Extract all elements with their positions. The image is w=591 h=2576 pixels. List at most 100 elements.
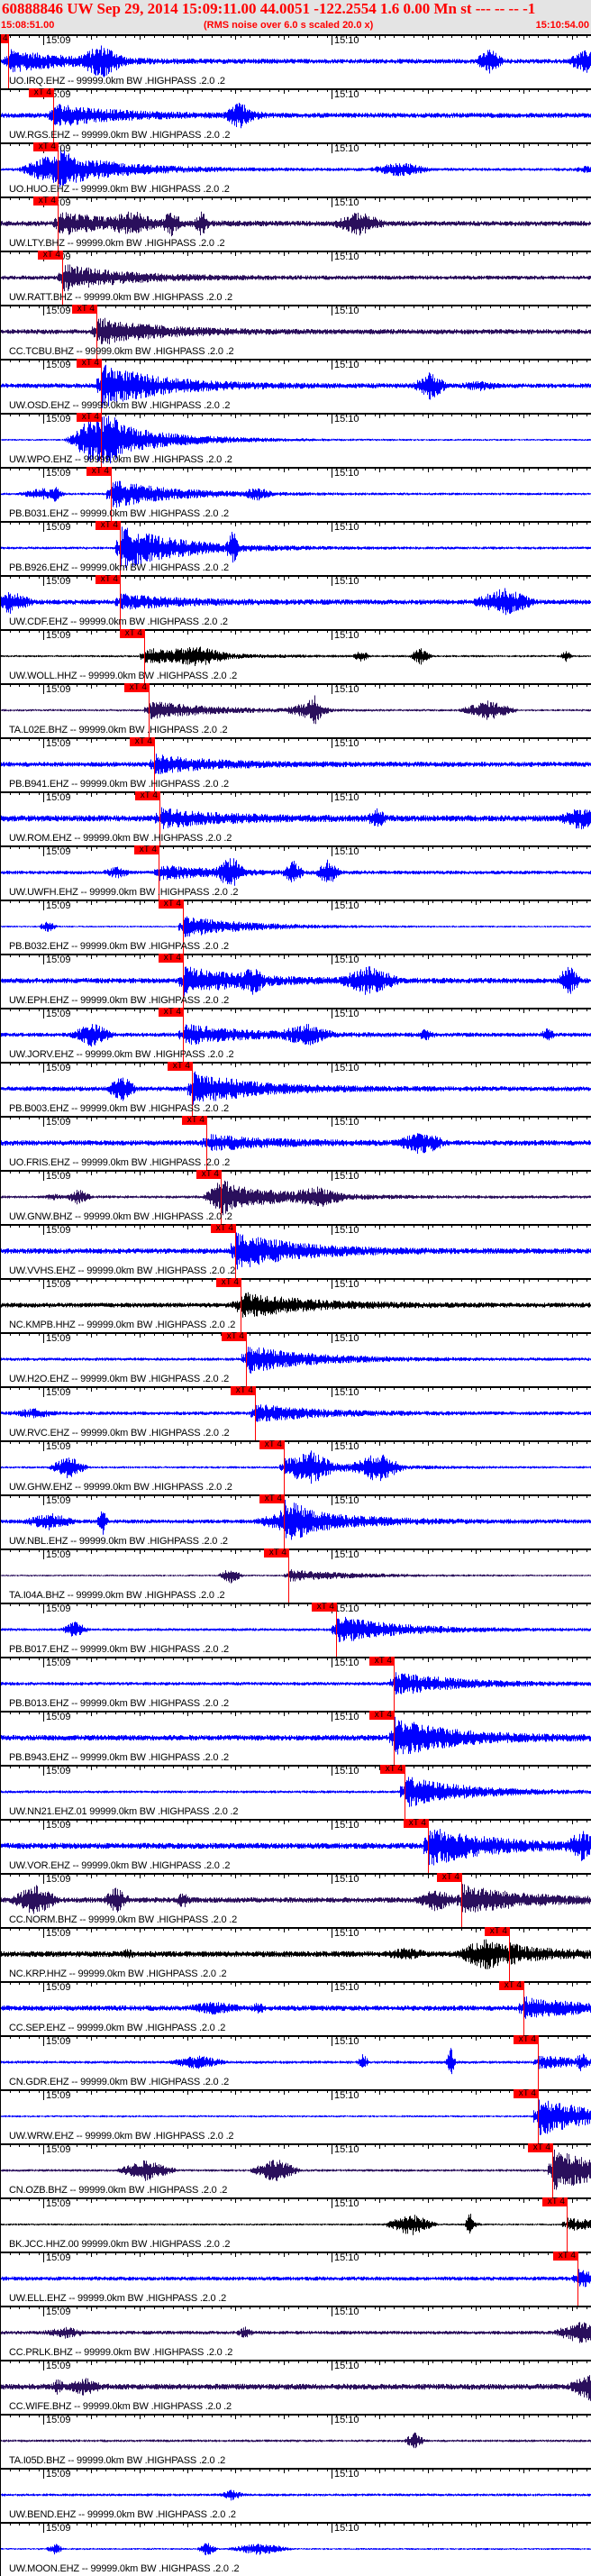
pick-marker[interactable]: xT 4 (77, 413, 102, 422)
axis-line (0, 954, 591, 955)
trace-row: 15:09 15:10 xT 4 PB.B003.EHZ -- 99999.0km B… (0, 1062, 591, 1116)
trace-panel: 15:09 15:10 4 UO.IRQ.EHZ -- 99999.0km BW .H… (0, 34, 591, 2576)
station-label: NC.KMPB.HHZ -- 99999.0km BW .HIGHPASS .2… (9, 1320, 236, 1330)
station-label: CC.NORM.BHZ -- 99999.0km BW .HIGHPASS .2… (9, 1914, 238, 1925)
time-tick-label: 15:10 (334, 1441, 359, 1452)
pick-marker[interactable]: xT 4 (159, 1008, 184, 1017)
axis-line (0, 2143, 591, 2145)
trace-row: 15:09 15:10 xT 4 UW.VOR.EHZ -- 99999.0km BW… (0, 1819, 591, 1873)
end-time: 15:10:54.00 (535, 20, 589, 31)
axis-line (0, 2414, 591, 2416)
pick-marker[interactable]: xT 4 (231, 1386, 256, 1395)
pick-marker[interactable]: xT 4 (514, 2035, 539, 2044)
pick-marker[interactable]: xT 4 (369, 1711, 395, 1720)
time-tick-label: 15:10 (334, 576, 359, 587)
time-tick-label: 15:10 (334, 684, 359, 695)
trace-row: 15:0915:10xT 4UO.HUO.EHZ -- 99999.0km BW… (0, 142, 591, 196)
waveform (0, 264, 591, 293)
pick-marker[interactable]: xT 4 (33, 142, 59, 151)
pick-marker[interactable]: xT 4 (216, 1278, 241, 1287)
axis-line (0, 791, 591, 793)
axis-line (0, 2035, 591, 2037)
trace-row: 15:09 15:10 xT 4 UW.RGS.EHZ -- 99999.0km BW… (0, 88, 591, 142)
time-tick-label: 15:10 (334, 1171, 359, 1182)
pick-marker[interactable]: xT 4 (485, 1927, 510, 1936)
pick-marker[interactable]: xT 4 (542, 2197, 568, 2206)
time-tick-label: 15:10 (334, 35, 359, 46)
time-tick-label: 15:10 (334, 846, 359, 857)
trace-row: 15:09 15:10 4 UO.IRQ.EHZ -- 99999.0km BW .H… (0, 34, 591, 88)
pick-marker[interactable]: xT 4 (553, 2252, 578, 2261)
pick-marker[interactable]: xT 4 (499, 1981, 524, 1990)
pick-marker[interactable]: xT 4 (33, 196, 59, 206)
time-tick-label: 15:09 (46, 1009, 71, 1019)
pick-marker[interactable]: xT 4 (528, 2143, 553, 2152)
time-tick-label: 15:09 (46, 468, 71, 479)
pick-marker[interactable]: xT 4 (159, 954, 184, 963)
pick-marker[interactable]: xT 4 (514, 2089, 539, 2098)
pick-marker[interactable]: xT 4 (369, 1657, 395, 1666)
waveform (0, 211, 591, 237)
time-tick-label: 15:10 (334, 630, 359, 641)
waveform (0, 966, 591, 996)
station-label: TA.L02E.BHZ -- 99999.0km BW .HIGHPASS .2… (9, 725, 228, 735)
waveform (0, 103, 591, 129)
waveform (0, 2322, 591, 2343)
pick-marker[interactable]: xT 4 (135, 791, 160, 800)
axis-line (0, 737, 591, 739)
time-tick-label: 15:10 (334, 306, 359, 316)
pick-marker[interactable]: xT 4 (120, 629, 145, 638)
pick-marker[interactable]: xT 4 (130, 737, 155, 746)
pick-marker[interactable]: xT 4 (134, 845, 159, 854)
pick-marker[interactable]: xT 4 (29, 88, 54, 97)
axis-line (0, 2089, 591, 2091)
pick-marker[interactable]: xT 4 (404, 1819, 429, 1828)
pick-marker[interactable]: 4 (0, 34, 9, 43)
pick-marker[interactable]: xT 4 (86, 467, 112, 476)
time-tick-label: 15:09 (46, 414, 71, 425)
pick-marker[interactable]: xT 4 (182, 1116, 207, 1125)
pick-marker[interactable]: xT 4 (380, 1765, 405, 1774)
time-tick-label: 15:10 (334, 900, 359, 911)
pick-marker[interactable]: xT 4 (312, 1603, 337, 1612)
pick-marker[interactable]: xT 4 (77, 359, 102, 368)
time-tick-label: 15:09 (46, 1171, 71, 1182)
time-tick-label: 15:10 (334, 1387, 359, 1398)
station-label: PB.B943.EHZ -- 99999.0km BW .HIGHPASS .2… (9, 1752, 229, 1763)
axis-line (0, 1332, 591, 1334)
pick-marker[interactable]: xT 4 (259, 1494, 285, 1503)
pick-marker[interactable]: xT 4 (95, 575, 121, 584)
waveform (0, 1404, 591, 1422)
pick-marker[interactable]: xT 4 (264, 1548, 289, 1557)
trace-row: 15:09 15:10 xT 4 UW.EPH.EHZ -- 99999.0km BW… (0, 954, 591, 1008)
waveform (0, 1569, 591, 1584)
axis-line (0, 1386, 591, 1388)
pick-marker[interactable]: xT 4 (437, 1873, 462, 1882)
waveform (0, 588, 591, 616)
trace-row: 15:09 15:10 TA.I05D.BHZ -- 99999.0km BW .H… (0, 2414, 591, 2468)
pick-marker[interactable]: xT 4 (95, 521, 121, 530)
time-tick-label: 15:09 (46, 2523, 71, 2534)
station-label: CN.OZB.BHZ -- 99999.0km BW .HIGHPASS .2.… (9, 2185, 228, 2196)
pick-marker[interactable]: xT 4 (211, 1224, 236, 1233)
station-label: UW.EPH.EHZ -- 99999.0km BW .HIGHPASS .2.… (9, 995, 230, 1006)
waveform (0, 2432, 591, 2449)
pick-marker[interactable]: xT 4 (159, 900, 184, 909)
pick-marker[interactable]: xT 4 (196, 1170, 222, 1179)
axis-line (0, 629, 591, 631)
trace-row: 15:09 15:10 xT 4 NC.KRP.HHZ -- 99999.0km BW… (0, 1927, 591, 1981)
pick-marker[interactable]: xT 4 (38, 251, 63, 260)
pick-marker[interactable]: xT 4 (124, 683, 150, 692)
axis-line (0, 1170, 591, 1172)
station-label: UO.IRQ.EHZ -- 99999.0km BW .HIGHPASS .2.… (9, 76, 225, 87)
time-tick-label: 15:10 (334, 2198, 359, 2209)
pick-marker[interactable]: xT 4 (222, 1332, 247, 1341)
time-tick-label: 15:10 (334, 2144, 359, 2155)
pick-marker[interactable]: xT 4 (72, 305, 97, 314)
seismogram-viewer: 60888846 UW Sep 29, 2014 15:09:11.00 44.… (0, 0, 591, 2576)
trace-row: 15:09 15:10 UW.MOON.EHZ -- 99999.0km BW .H… (0, 2522, 591, 2576)
pick-marker[interactable]: xT 4 (168, 1062, 193, 1071)
axis-line (0, 1440, 591, 1442)
time-tick-label: 15:09 (46, 1712, 71, 1722)
pick-marker[interactable]: xT 4 (259, 1440, 285, 1449)
